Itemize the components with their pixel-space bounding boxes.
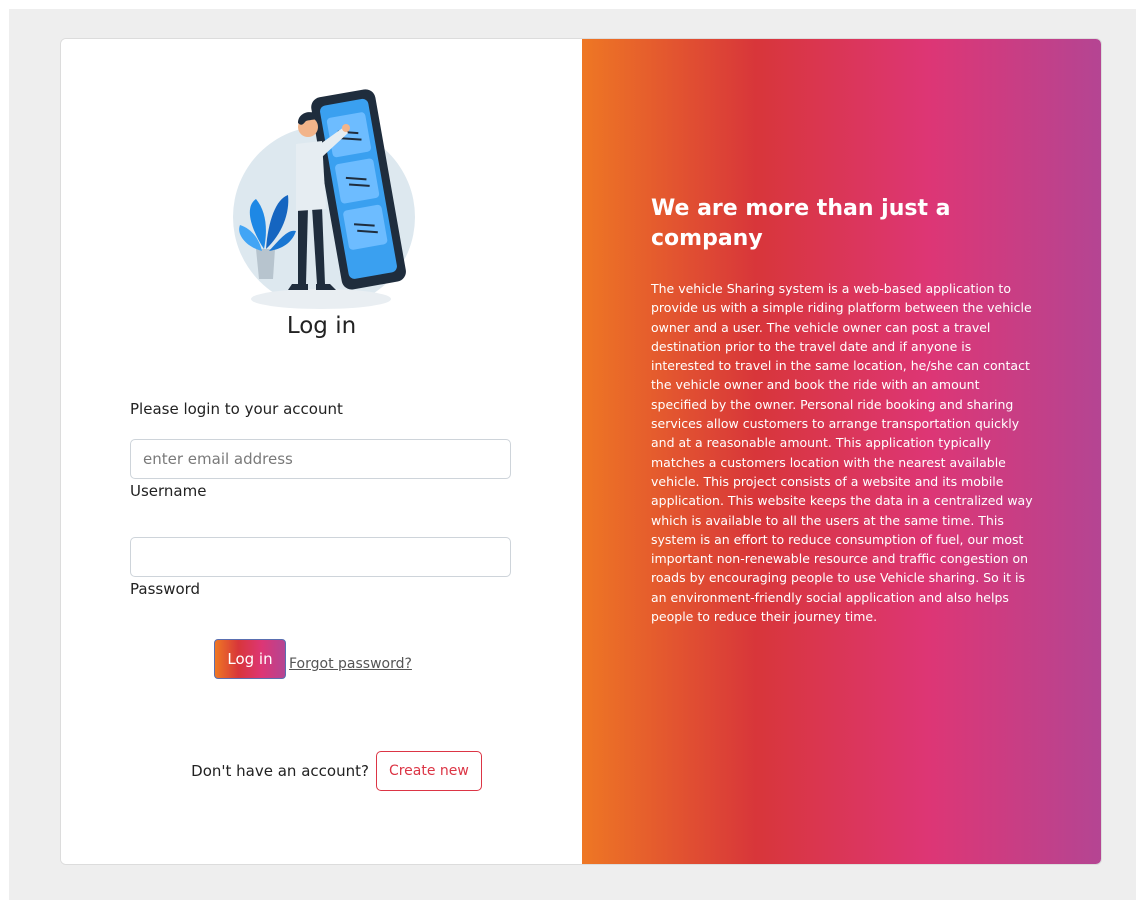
signup-prompt: Don't have an account?: [191, 762, 369, 780]
password-label: Password: [130, 580, 201, 598]
person-with-phone-illustration: [233, 89, 415, 309]
login-button[interactable]: Log in: [214, 639, 286, 679]
username-label: Username: [130, 482, 207, 500]
forgot-password-link[interactable]: Forgot password?: [289, 656, 412, 672]
login-prompt: Please login to your account: [130, 400, 343, 418]
tagline-body: The vehicle Sharing system is a web-base…: [651, 281, 1033, 625]
password-input[interactable]: [130, 537, 511, 577]
login-title: Log in: [286, 313, 357, 339]
tagline-panel: We are more than just a company The vehi…: [582, 39, 1101, 864]
tagline-heading: We are more than just a company: [651, 196, 951, 251]
signup-row: Don't have an account? Create new: [61, 751, 582, 791]
login-card: Log in Please login to your account User…: [60, 38, 1102, 865]
login-panel: Log in Please login to your account User…: [61, 39, 582, 864]
email-input[interactable]: [130, 439, 511, 479]
create-new-button[interactable]: Create new: [375, 751, 482, 791]
